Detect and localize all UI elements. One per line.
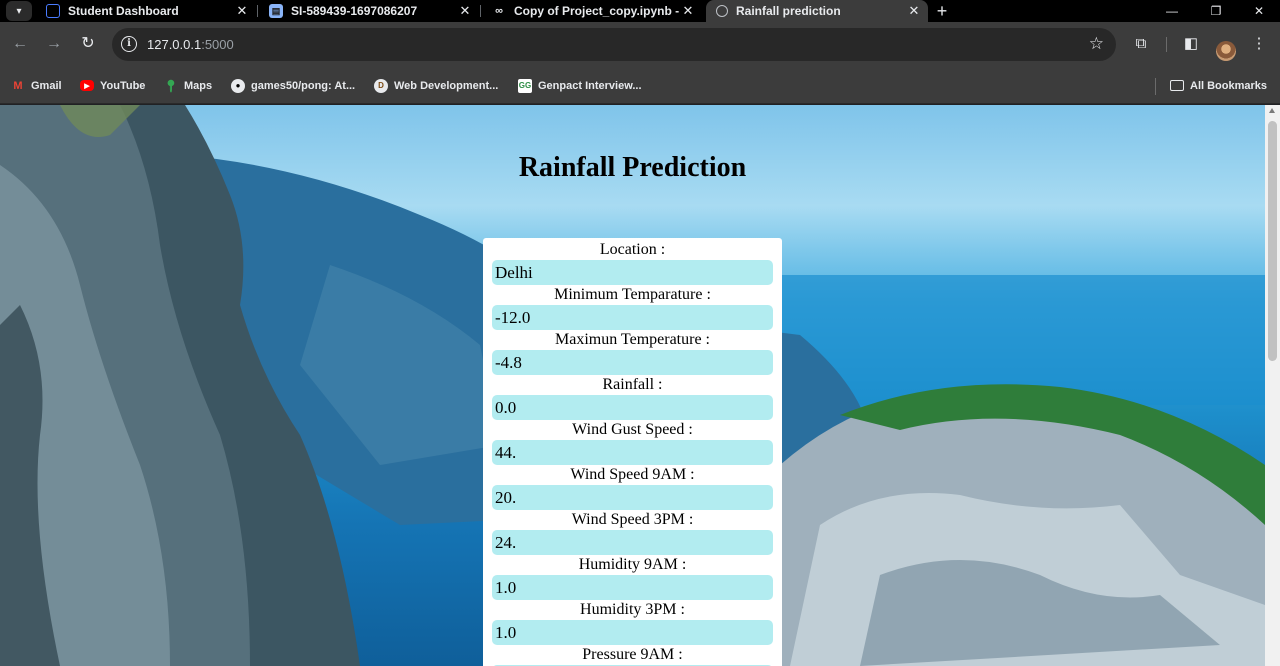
humidity-9am-input[interactable] <box>492 575 773 600</box>
bookmark-label: Web Development... <box>394 79 499 92</box>
page-title: Rainfall Prediction <box>518 152 747 183</box>
bookmark-games50-pong[interactable]: ● games50/pong: At... <box>231 77 355 94</box>
humidity-9am-label: Humidity 9AM : <box>578 556 687 573</box>
bookmark-label: games50/pong: At... <box>251 79 356 92</box>
rainfall-input[interactable] <box>492 395 773 420</box>
site-info-icon[interactable]: i <box>121 36 137 52</box>
all-bookmarks-button[interactable]: All Bookmarks <box>1170 77 1267 94</box>
web-dev-icon: D <box>374 78 388 93</box>
all-bookmarks-label: All Bookmarks <box>1190 79 1268 92</box>
close-icon[interactable]: ✕ <box>234 3 250 19</box>
bookmark-genpact-interview[interactable]: GG Genpact Interview... <box>518 77 642 94</box>
close-icon[interactable]: ✕ <box>457 3 473 19</box>
prediction-form: Location : Minimum Temparature : Maximun… <box>483 238 782 666</box>
restore-button[interactable]: ❐ <box>1194 0 1238 22</box>
tab-title: SI-589439-1697086207 <box>291 4 418 18</box>
extensions-icon[interactable]: ⧉ <box>1131 34 1151 54</box>
pressure-9am-label: Pressure 9AM : <box>582 646 683 663</box>
folder-icon <box>1170 80 1184 91</box>
location-input[interactable] <box>492 260 773 285</box>
tab-title: Copy of Project_copy.ipynb - C <box>514 4 680 18</box>
max-temperature-label: Maximun Temperature : <box>555 331 710 348</box>
wind-gust-speed-label: Wind Gust Speed : <box>572 421 693 438</box>
bookmark-label: YouTube <box>100 79 146 92</box>
github-icon: ● <box>231 78 245 93</box>
humidity-3pm-input[interactable] <box>492 620 773 645</box>
bookmark-label: Maps <box>184 79 213 92</box>
bookmark-maps[interactable]: 📍︎ Maps <box>163 77 213 94</box>
tab-separator <box>480 5 481 17</box>
min-temperature-label: Minimum Temparature : <box>554 286 711 303</box>
window-close-button[interactable]: ✕ <box>1237 0 1280 22</box>
bookmark-label: Gmail <box>31 79 62 92</box>
bookmarks-divider <box>1155 78 1156 95</box>
url-port: :5000 <box>201 37 234 52</box>
tab-separator <box>257 5 258 17</box>
scrollbar-thumb[interactable] <box>1268 121 1277 361</box>
tab-title: Student Dashboard <box>68 4 179 18</box>
wind-speed-9am-input[interactable] <box>492 485 773 510</box>
bookmark-web-development[interactable]: D Web Development... <box>374 77 498 94</box>
max-temperature-input[interactable] <box>492 350 773 375</box>
rainfall-label: Rainfall : <box>602 376 663 393</box>
bookmark-gmail[interactable]: M Gmail <box>11 77 62 94</box>
tab-si-document[interactable]: ▤ SI-589439-1697086207 ✕ <box>263 0 479 22</box>
menu-kebab-icon[interactable]: ⋮ <box>1249 34 1269 54</box>
page-scrollbar[interactable] <box>1265 105 1280 666</box>
globe-icon <box>716 5 728 17</box>
close-icon[interactable]: ✕ <box>906 3 922 19</box>
address-url[interactable]: 127.0.0.1:5000 <box>147 37 234 52</box>
tab-colab-notebook[interactable]: ∞ Copy of Project_copy.ipynb - C ✕ <box>486 0 702 22</box>
wind-gust-speed-input[interactable] <box>492 440 773 465</box>
scroll-up-arrow-icon[interactable] <box>1269 108 1275 113</box>
colab-icon: ∞ <box>495 5 503 17</box>
tab-rainfall-prediction[interactable]: Rainfall prediction ✕ <box>706 0 928 22</box>
forward-button[interactable]: → <box>43 33 65 55</box>
geeksforgeeks-icon: GG <box>518 78 532 93</box>
document-icon: ▤ <box>269 4 283 18</box>
bookmark-youtube[interactable]: ▶ YouTube <box>80 77 145 94</box>
reload-button[interactable]: ↻ <box>77 33 99 55</box>
tab-student-dashboard[interactable]: Student Dashboard ✕ <box>40 0 256 22</box>
address-bar[interactable]: i 127.0.0.1:5000 ☆ <box>112 28 1116 61</box>
minimize-button[interactable]: — <box>1150 0 1194 22</box>
tab-search-icon[interactable]: ▾ <box>6 1 32 21</box>
bookmarks-bar: M Gmail ▶ YouTube 📍︎ Maps ● games50/pong… <box>0 67 1280 104</box>
wind-speed-3pm-input[interactable] <box>492 530 773 555</box>
profile-avatar[interactable] <box>1216 41 1236 61</box>
bookmark-star-icon[interactable]: ☆ <box>1089 34 1104 54</box>
location-label: Location : <box>599 241 666 258</box>
back-button[interactable]: ← <box>9 33 31 55</box>
gmail-icon: M <box>13 79 23 92</box>
wind-speed-3pm-label: Wind Speed 3PM : <box>571 511 694 528</box>
tab-strip: ▾ Student Dashboard ✕ ▤ SI-589439-169708… <box>0 0 1280 22</box>
page-viewport: Rainfall Prediction Location : Minimum T… <box>0 105 1265 666</box>
close-icon[interactable]: ✕ <box>680 3 696 19</box>
tab-title: Rainfall prediction <box>736 4 841 18</box>
browser-toolbar: ← → ↻ i 127.0.0.1:5000 ☆ ⧉ ◧ ⋮ <box>0 22 1280 67</box>
maps-icon: 📍︎ <box>163 78 179 93</box>
youtube-icon: ▶ <box>80 80 94 91</box>
bookmark-label: Genpact Interview... <box>538 79 642 92</box>
student-dashboard-icon <box>46 4 60 18</box>
url-host: 127.0.0.1 <box>147 37 202 52</box>
toolbar-divider <box>1166 37 1167 52</box>
humidity-3pm-label: Humidity 3PM : <box>580 601 685 618</box>
wind-speed-9am-label: Wind Speed 9AM : <box>570 466 695 483</box>
side-panel-icon[interactable]: ◧ <box>1181 34 1201 54</box>
new-tab-button[interactable]: + <box>933 0 951 22</box>
min-temperature-input[interactable] <box>492 305 773 330</box>
